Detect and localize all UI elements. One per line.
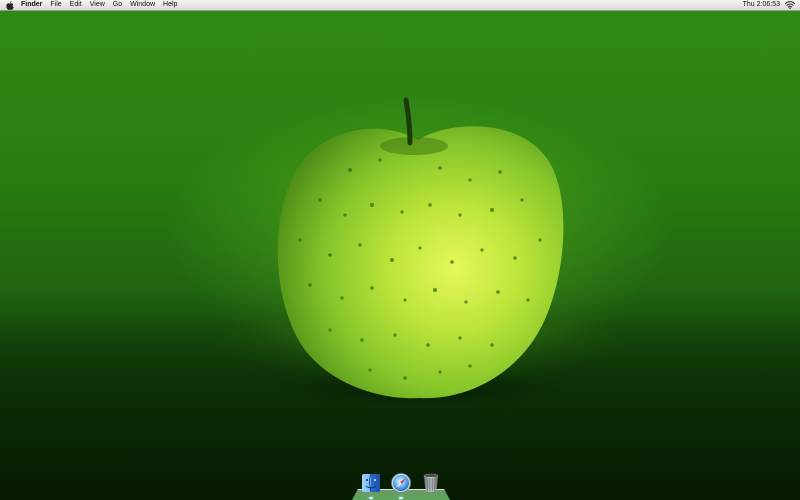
menu-finder[interactable]: Finder bbox=[17, 0, 46, 10]
menu-window[interactable]: Window bbox=[126, 0, 159, 10]
menu-edit[interactable]: Edit bbox=[66, 0, 86, 10]
dock bbox=[352, 470, 450, 500]
dock-item-finder[interactable] bbox=[360, 472, 382, 494]
safari-icon bbox=[391, 473, 411, 493]
trash-icon bbox=[423, 473, 439, 492]
menu-view[interactable]: View bbox=[86, 0, 109, 10]
wallpaper-apple-image bbox=[270, 97, 570, 406]
dock-item-trash[interactable] bbox=[420, 472, 442, 494]
dock-item-safari[interactable] bbox=[390, 472, 412, 494]
finder-icon bbox=[362, 473, 380, 493]
apple-icon[interactable] bbox=[3, 0, 17, 10]
wifi-icon[interactable] bbox=[784, 0, 796, 10]
dock-running-indicator-finder bbox=[369, 497, 373, 499]
menu-bar: Finder File Edit View Go Window Help Thu… bbox=[0, 0, 800, 11]
menu-clock[interactable]: Thu 2:06:53 bbox=[739, 0, 784, 10]
menu-file[interactable]: File bbox=[46, 0, 65, 10]
menu-go[interactable]: Go bbox=[109, 0, 126, 10]
dock-running-indicator-safari bbox=[399, 497, 403, 499]
menu-help[interactable]: Help bbox=[159, 0, 181, 10]
